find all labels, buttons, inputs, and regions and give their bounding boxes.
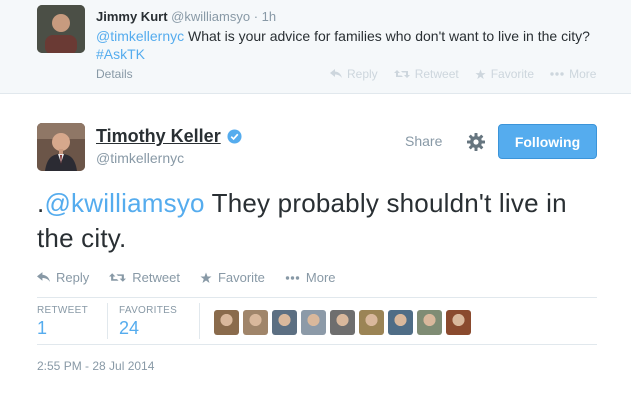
retweet-count[interactable]: 1	[37, 318, 88, 339]
reply-action-bar: Reply Retweet Favorite More	[330, 67, 596, 81]
favoriter-avatar[interactable]	[214, 310, 239, 335]
stat-separator	[107, 303, 108, 339]
reply-text: @timkellernyc What is your advice for fa…	[96, 27, 616, 63]
retweet-stat[interactable]: RETWEET 1	[37, 305, 88, 339]
reply-author-name[interactable]: Jimmy Kurt	[96, 9, 168, 24]
reply-reply-button[interactable]: Reply	[330, 67, 378, 81]
reply-author-handle[interactable]: @kwilliamsyo	[171, 9, 250, 24]
favorite-button[interactable]: Favorite	[200, 270, 265, 285]
reply-favorite-button[interactable]: Favorite	[475, 67, 534, 81]
reply-icon	[37, 272, 50, 282]
reply-reply-label: Reply	[347, 67, 378, 81]
share-button[interactable]: Share	[405, 133, 442, 149]
tweet-action-bar: Reply Retweet Favorite More	[37, 270, 336, 285]
tweet-text: .@kwilliamsyo They probably shouldn't li…	[37, 186, 607, 256]
retweet-stat-label: RETWEET	[37, 305, 88, 316]
stat-separator	[199, 303, 200, 339]
reply-label: Reply	[56, 270, 90, 285]
retweet-icon	[109, 273, 127, 282]
favorites-count[interactable]: 24	[119, 318, 177, 339]
favoriter-avatar[interactable]	[388, 310, 413, 335]
reply-icon	[330, 69, 342, 78]
reply-more-button[interactable]: More	[550, 67, 596, 81]
author-name-text[interactable]: Timothy Keller	[96, 126, 221, 147]
tweet-mention-link[interactable]: @kwilliamsyo	[44, 188, 204, 218]
divider	[37, 297, 597, 298]
more-dots-icon	[550, 72, 564, 76]
reply-favorite-label: Favorite	[490, 67, 535, 81]
favorite-label: Favorite	[217, 270, 265, 285]
more-dots-icon	[285, 275, 300, 280]
following-button[interactable]: Following	[498, 124, 597, 159]
more-button[interactable]: More	[285, 270, 336, 285]
favoriter-avatar[interactable]	[330, 310, 355, 335]
author-name[interactable]: Timothy Keller	[96, 126, 242, 147]
retweet-icon	[393, 70, 410, 78]
more-label: More	[305, 270, 336, 285]
author-handle[interactable]: @timkellernyc	[96, 150, 184, 166]
star-icon	[200, 272, 212, 283]
favoriter-avatar[interactable]	[272, 310, 297, 335]
reply-retweet-button[interactable]: Retweet	[393, 67, 459, 81]
reply-retweet-label: Retweet	[414, 67, 459, 81]
favoriter-avatar[interactable]	[359, 310, 384, 335]
reply-avatar[interactable]	[37, 5, 85, 53]
retweet-label: Retweet	[132, 270, 180, 285]
star-icon	[475, 68, 486, 79]
reply-header: Jimmy Kurt @kwilliamsyo · 1h	[96, 9, 276, 24]
reply-button[interactable]: Reply	[37, 270, 89, 285]
favorites-stat[interactable]: FAVORITES 24	[119, 305, 177, 339]
tweet-timestamp[interactable]: 2:55 PM - 28 Jul 2014	[37, 359, 154, 373]
verified-badge-icon	[227, 129, 242, 144]
divider	[37, 344, 597, 345]
favoriter-avatar[interactable]	[243, 310, 268, 335]
favorites-stat-label: FAVORITES	[119, 305, 178, 316]
retweet-button[interactable]: Retweet	[109, 270, 180, 285]
author-avatar[interactable]	[37, 123, 85, 171]
reply-more-label: More	[569, 67, 597, 81]
reply-mention-link[interactable]: @timkellernyc	[96, 28, 184, 44]
reply-body: What is your advice for families who don…	[184, 28, 590, 44]
gear-icon[interactable]	[466, 132, 486, 152]
favoriter-avatar[interactable]	[446, 310, 471, 335]
favoriter-avatar[interactable]	[417, 310, 442, 335]
reply-time[interactable]: · 1h	[254, 9, 276, 24]
favoriter-avatars	[214, 310, 471, 335]
hashtag-link[interactable]: #AskTK	[96, 46, 145, 62]
details-link[interactable]: Details	[96, 67, 133, 81]
reply-tweet: Jimmy Kurt @kwilliamsyo · 1h @timkellern…	[0, 0, 631, 94]
favoriter-avatar[interactable]	[301, 310, 326, 335]
